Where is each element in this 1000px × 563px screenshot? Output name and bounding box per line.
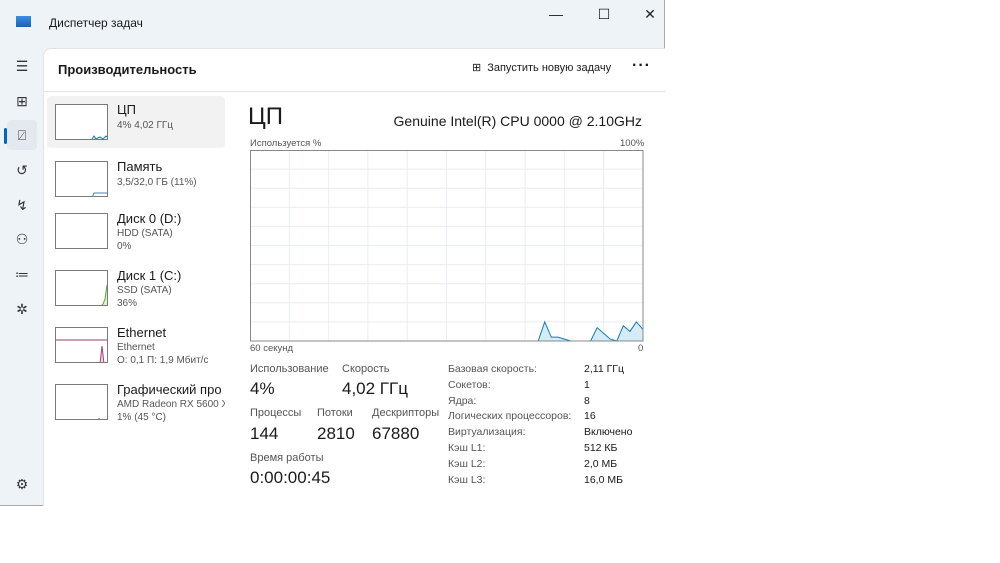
spec-label: Кэш L3: <box>448 473 486 486</box>
handles-label: Дескрипторы <box>372 407 440 419</box>
threads-value: 2810 <box>317 424 355 443</box>
ethernet-thumbnail <box>55 327 108 363</box>
title-bar: Диспетчер задач — ☐ ✕ <box>0 0 665 46</box>
chart-xlabel-right: 0 <box>638 343 644 354</box>
gpu-thumbnail <box>55 384 108 420</box>
speed-label: Скорость <box>342 363 390 375</box>
resource-name: Диск 0 (D:) <box>117 211 182 226</box>
cpu-usage-chart <box>250 150 644 342</box>
spec-value: 1 <box>584 378 590 391</box>
resource-detail: HDD (SATA) <box>117 228 173 239</box>
resource-detail: SSD (SATA) <box>117 285 172 296</box>
speed-value: 4,02 ГГц <box>342 379 408 398</box>
spec-value: Включено <box>584 426 633 439</box>
spec-label: Базовая скорость: <box>448 363 537 375</box>
chart-ylabel: Используется % <box>250 138 322 149</box>
handles-value: 67880 <box>372 424 420 443</box>
new-task-icon: ⊞ <box>472 62 482 74</box>
uptime-label: Время работы <box>250 452 324 464</box>
close-button[interactable]: ✕ <box>635 6 665 22</box>
cpu-thumbnail <box>55 104 108 140</box>
details-icon[interactable]: ≔ <box>7 259 37 289</box>
resource-disk-1[interactable]: Диск 1 (C:) SSD (SATA) 36% <box>47 262 225 314</box>
resource-usage: О: 0,1 П: 1,9 Мбит/с <box>117 355 209 366</box>
app-icon <box>16 16 31 27</box>
uptime-value: 0:00:00:45 <box>250 468 331 487</box>
processes-icon[interactable]: ⊞ <box>7 86 37 116</box>
services-icon[interactable]: ✲ <box>7 294 37 324</box>
disk0-thumbnail <box>55 213 108 249</box>
resource-usage: 0% <box>117 241 132 252</box>
divider <box>44 91 666 92</box>
spec-value: 8 <box>584 394 590 407</box>
startup-icon[interactable]: ↯ <box>7 190 37 220</box>
spec-label: Логических процессоров: <box>448 410 572 423</box>
resource-disk-0[interactable]: Диск 0 (D:) HDD (SATA) 0% <box>47 205 225 257</box>
more-options-button[interactable]: ··· <box>632 57 651 75</box>
resource-ethernet[interactable]: Ethernet Ethernet О: 0,1 П: 1,9 Мбит/с <box>47 319 225 371</box>
spec-value: 512 КБ <box>584 442 618 454</box>
spec-label: Ядра: <box>448 394 477 407</box>
maximize-button[interactable]: ☐ <box>589 6 619 22</box>
spec-value: 2,11 ГГц <box>584 363 624 375</box>
resource-name: ЦП <box>117 102 136 117</box>
chart-xlabel-left: 60 секунд <box>250 343 294 354</box>
spec-label: Сокетов: <box>448 378 491 391</box>
threads-label: Потоки <box>317 407 353 419</box>
processes-value: 144 <box>250 424 279 443</box>
chart-ymax: 100% <box>620 138 645 149</box>
task-manager-window: Диспетчер задач — ☐ ✕ ☰ ⊞ ⍁ ↺ ↯ ⚇ ≔ ✲ ⚙ … <box>0 0 666 506</box>
resource-detail: AMD Radeon RX 5600 XT <box>117 399 225 410</box>
disk1-thumbnail <box>55 270 108 306</box>
window-title: Диспетчер задач <box>49 16 143 30</box>
cpu-model: Genuine Intel(R) CPU 0000 @ 2.10GHz <box>393 113 642 129</box>
resource-name: Диск 1 (C:) <box>117 268 182 283</box>
resource-usage: 36% <box>117 298 138 309</box>
spec-value: 16 <box>584 410 596 423</box>
usage-value: 4% <box>250 379 275 398</box>
page-title: Производительность <box>58 62 197 77</box>
resource-cpu[interactable]: ЦП 4% 4,02 ГГц <box>47 96 225 148</box>
run-new-task-label: Запустить новую задачу <box>487 61 612 74</box>
menu-icon[interactable]: ☰ <box>7 51 37 81</box>
resource-detail: Ethernet <box>117 342 155 353</box>
processes-label: Процессы <box>250 407 302 419</box>
spec-label: Виртуализация: <box>448 426 526 439</box>
performance-icon[interactable]: ⍁ <box>7 120 37 150</box>
resource-gpu[interactable]: Графический про AMD Radeon RX 5600 XT 1%… <box>47 376 225 428</box>
resource-name: Ethernet <box>117 325 167 340</box>
resource-memory[interactable]: Память 3,5/32,0 ГБ (11%) <box>47 153 225 205</box>
memory-thumbnail <box>55 161 108 197</box>
minimize-button[interactable]: — <box>541 6 571 22</box>
resource-usage: 1% (45 °C) <box>117 412 167 423</box>
settings-icon[interactable]: ⚙ <box>7 469 37 499</box>
users-icon[interactable]: ⚇ <box>7 224 37 254</box>
history-icon[interactable]: ↺ <box>7 155 37 185</box>
resource-detail: 4% 4,02 ГГц <box>117 120 174 131</box>
main-title: ЦП <box>248 103 284 130</box>
run-new-task-button[interactable]: ⊞ Запустить новую задачу <box>472 61 612 75</box>
spec-label: Кэш L2: <box>448 457 486 470</box>
resource-name: Графический про <box>117 382 222 397</box>
resource-name: Память <box>117 159 163 174</box>
resource-detail: 3,5/32,0 ГБ (11%) <box>117 177 197 188</box>
usage-label: Использование <box>250 363 329 375</box>
spec-value: 2,0 МБ <box>584 457 618 470</box>
spec-label: Кэш L1: <box>448 442 486 454</box>
spec-value: 16,0 МБ <box>584 473 623 486</box>
